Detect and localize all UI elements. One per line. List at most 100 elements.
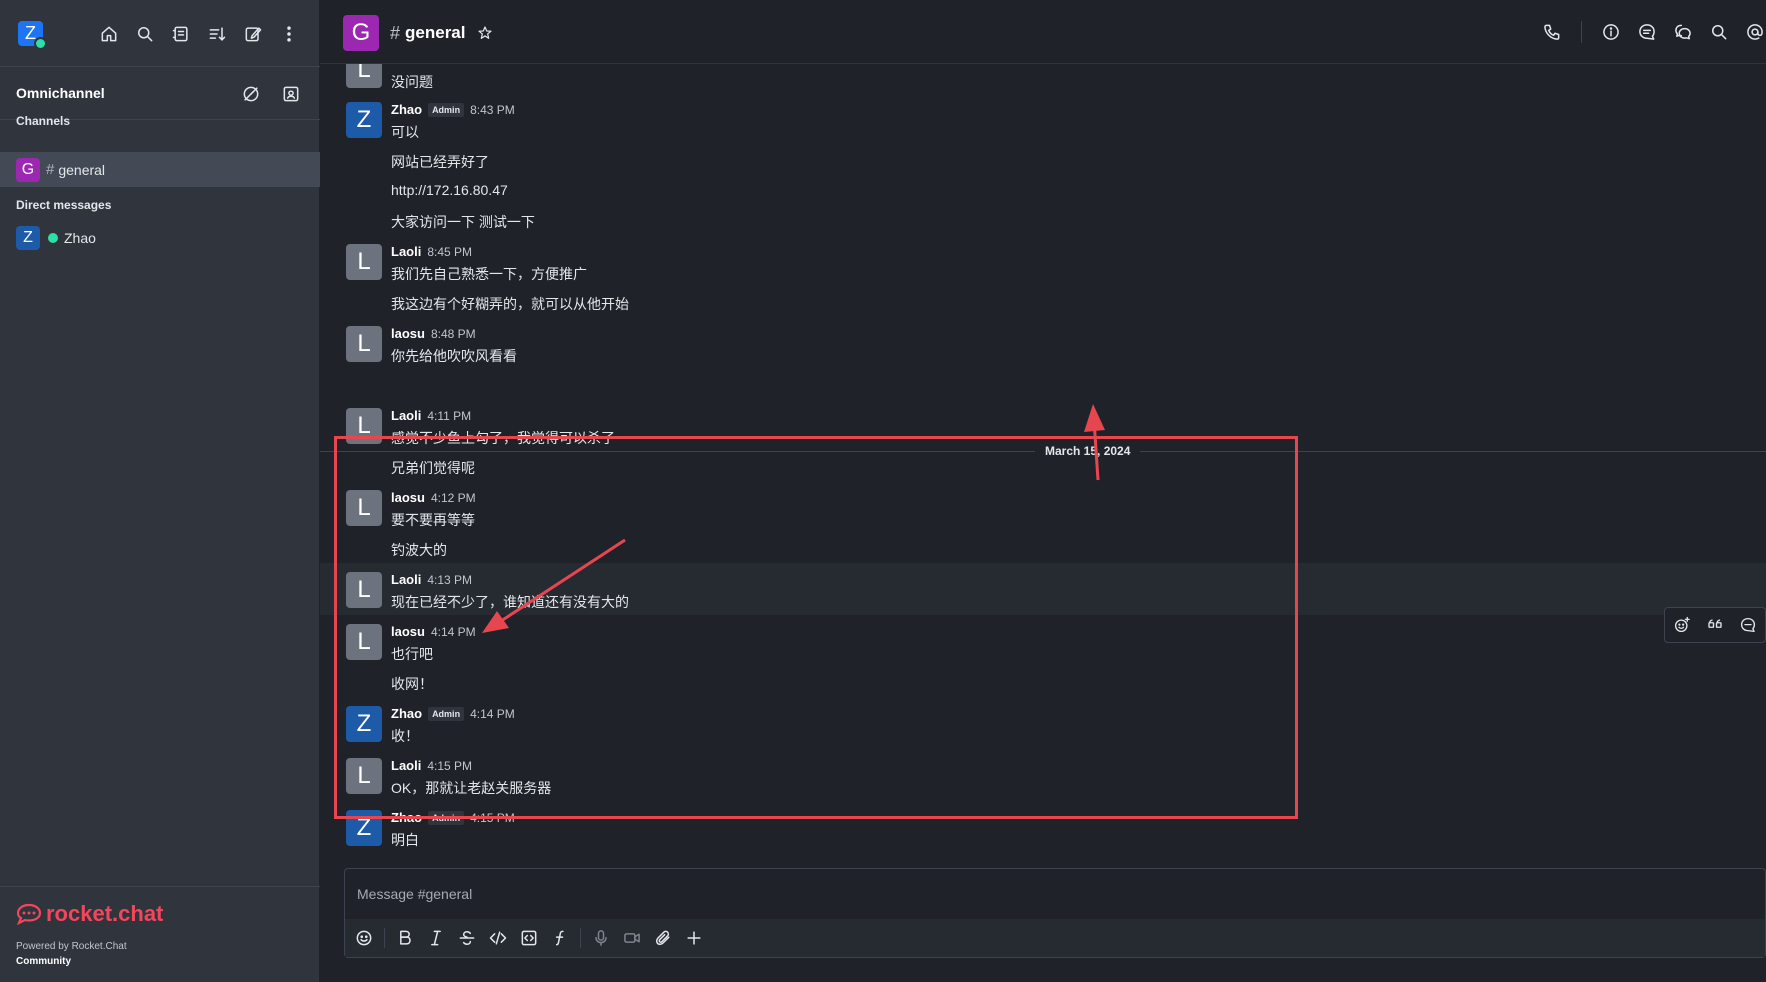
threads-icon[interactable] xyxy=(1636,21,1658,43)
omnichannel-section: Omnichannel xyxy=(0,66,320,120)
code-icon[interactable] xyxy=(487,927,509,949)
dm-avatar: Z xyxy=(16,225,40,250)
bold-icon[interactable] xyxy=(394,927,416,949)
message-author[interactable]: Zhao xyxy=(391,102,422,117)
message-avatar[interactable]: L xyxy=(346,572,382,608)
home-icon[interactable] xyxy=(98,23,120,45)
sidebar-topbar: Z xyxy=(0,0,320,66)
sidebar-footer: rocket.chat Powered by Rocket.Chat Commu… xyxy=(0,886,320,982)
kebab-menu-icon[interactable] xyxy=(278,23,300,45)
message-avatar[interactable]: L xyxy=(346,624,382,660)
message-avatar[interactable]: L xyxy=(346,490,382,526)
date-divider-label: March 15, 2024 xyxy=(1035,444,1141,458)
message-input[interactable] xyxy=(345,869,1765,919)
message-text: 你先给他吹吹风看看 xyxy=(391,348,517,364)
message-text: 收网！ xyxy=(391,676,433,692)
italic-icon[interactable] xyxy=(425,927,447,949)
message-avatar[interactable]: Z xyxy=(346,810,382,846)
quote-icon[interactable] xyxy=(1704,614,1726,636)
message-action-toolbar xyxy=(1664,607,1766,643)
message-avatar[interactable]: Z xyxy=(346,102,382,138)
header-separator xyxy=(1581,21,1582,43)
video-icon[interactable] xyxy=(621,927,643,949)
message-text: 钓波大的 xyxy=(391,542,447,558)
message-text: 收！ xyxy=(391,728,419,744)
message-author[interactable]: Zhao xyxy=(391,810,422,825)
message-author[interactable]: laosu xyxy=(391,326,425,341)
create-new-icon[interactable] xyxy=(242,23,264,45)
room-avatar[interactable]: G xyxy=(343,15,379,51)
info-icon[interactable] xyxy=(1600,21,1622,43)
discussion-icon[interactable] xyxy=(1672,21,1694,43)
message-time: 4:14 PM xyxy=(470,706,515,721)
add-reaction-icon[interactable] xyxy=(1671,614,1693,636)
online-status-icon xyxy=(48,232,58,243)
omnichannel-availability-icon[interactable] xyxy=(240,83,262,105)
directory-icon[interactable] xyxy=(170,23,192,45)
message-text: 大家访问一下 测试一下 xyxy=(391,214,535,230)
sidebar-item-label: general xyxy=(58,161,106,178)
message-author[interactable]: Laoli xyxy=(391,572,421,587)
message-author[interactable]: Zhao xyxy=(391,706,422,721)
message-text: 网站已经弄好了 xyxy=(391,154,489,170)
message-text: 明白 xyxy=(391,832,419,848)
annotation-highlight-box xyxy=(334,436,1298,819)
emoji-icon[interactable] xyxy=(353,927,375,949)
room-title: # general xyxy=(390,22,496,44)
message-author[interactable]: laosu xyxy=(391,624,425,639)
plus-icon[interactable] xyxy=(683,927,705,949)
message-author[interactable]: Laoli xyxy=(391,758,421,773)
message-time: 4:12 PM xyxy=(430,490,476,505)
sidebar-item-zhao[interactable]: Z Zhao xyxy=(0,220,320,255)
message-author[interactable]: Laoli xyxy=(391,244,421,259)
room-header: G # general xyxy=(320,0,1766,64)
sidebar-item-label: Zhao xyxy=(64,229,96,246)
rocketchat-logo-icon xyxy=(16,903,42,926)
toolbar-separator xyxy=(384,928,385,948)
message-author[interactable]: laosu xyxy=(391,490,425,505)
message-text: 可以 xyxy=(391,124,419,140)
dm-section-label: Direct messages xyxy=(16,198,112,212)
sort-icon[interactable] xyxy=(206,23,228,45)
message-text: 兄弟们觉得呢 xyxy=(391,460,475,476)
brand-name: rocket.chat xyxy=(46,901,164,926)
message-text: 要不要再等等 xyxy=(391,512,475,528)
room-name: general xyxy=(405,23,466,42)
attachment-icon[interactable] xyxy=(652,927,674,949)
header-search-icon[interactable] xyxy=(1708,21,1730,43)
call-icon[interactable] xyxy=(1541,21,1563,43)
message-time: 4:15 PM xyxy=(427,758,473,773)
message-time: 8:45 PM xyxy=(427,244,473,259)
star-icon[interactable] xyxy=(474,22,496,44)
edition-text: Community xyxy=(16,956,71,967)
message-avatar[interactable]: L xyxy=(346,64,382,88)
message-author[interactable]: Laoli xyxy=(391,408,421,423)
message-text: OK，那就让老赵关服务器 xyxy=(391,780,552,796)
message-time: 8:43 PM xyxy=(470,102,515,117)
strikethrough-icon[interactable] xyxy=(456,927,478,949)
message-time: 4:11 PM xyxy=(427,408,472,423)
message-avatar[interactable]: L xyxy=(346,758,382,794)
hash-icon: # xyxy=(390,22,401,43)
role-badge: Admin xyxy=(428,102,465,117)
message-text: 没问题 xyxy=(391,74,433,90)
composer-toolbar xyxy=(345,919,1765,957)
message-avatar[interactable]: Z xyxy=(346,706,382,742)
microphone-icon[interactable] xyxy=(590,927,612,949)
reply-in-thread-icon[interactable] xyxy=(1737,614,1759,636)
omnichannel-contact-center-icon[interactable] xyxy=(280,83,302,105)
message-time: 4:15 PM xyxy=(470,810,515,825)
message-text: 感觉不少鱼上勾了，我觉得可以杀了 xyxy=(391,430,615,446)
omnichannel-title: Omnichannel xyxy=(16,85,105,101)
search-icon[interactable] xyxy=(134,23,156,45)
message-avatar[interactable]: L xyxy=(346,408,382,444)
role-badge: Admin xyxy=(428,810,465,825)
code-block-icon[interactable] xyxy=(518,927,540,949)
user-avatar[interactable]: Z xyxy=(18,21,47,50)
message-avatar[interactable]: L xyxy=(346,244,382,280)
mentions-icon[interactable] xyxy=(1744,21,1766,43)
sidebar-item-general[interactable]: G # general xyxy=(0,152,320,187)
message-avatar[interactable]: L xyxy=(346,326,382,362)
katex-formula-icon[interactable] xyxy=(549,927,571,949)
message-link[interactable]: http://172.16.80.47 xyxy=(391,182,508,198)
